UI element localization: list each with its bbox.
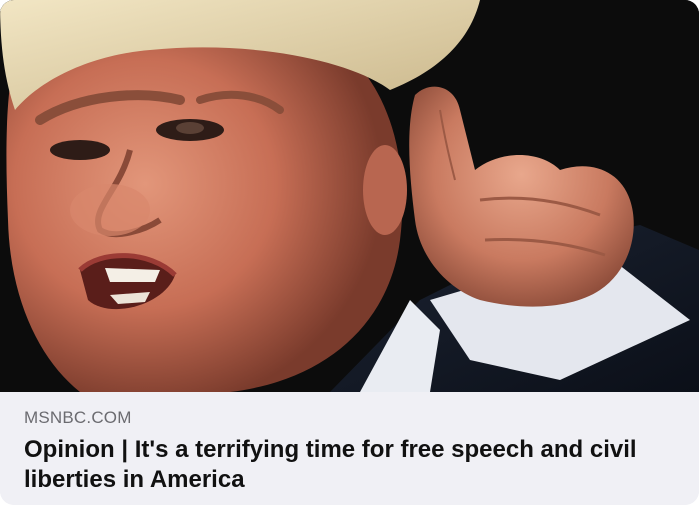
headline[interactable]: Opinion | It's a terrifying time for fre… (24, 435, 664, 495)
source-domain: MSNBC.COM (24, 408, 132, 427)
preview-photo-illustration (0, 0, 699, 392)
link-caption[interactable]: MSNBC.COM Opinion | It's a terrifying ti… (0, 392, 699, 505)
link-preview-card[interactable]: MSNBC.COM Opinion | It's a terrifying ti… (0, 0, 699, 505)
preview-image[interactable] (0, 0, 699, 392)
